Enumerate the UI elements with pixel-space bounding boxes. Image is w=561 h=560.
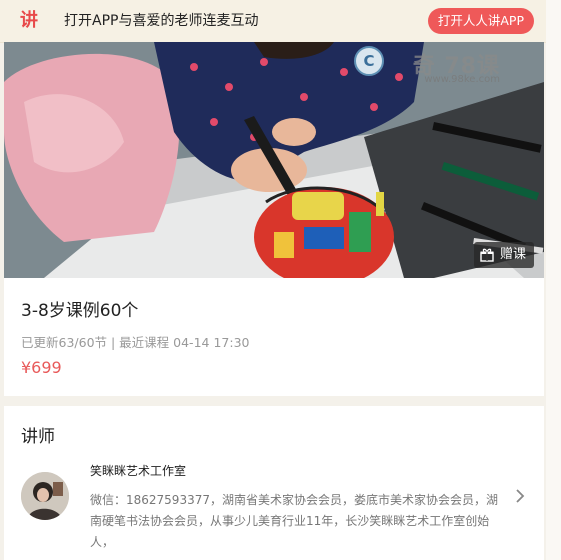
course-info-card: 3-8岁课例60个 已更新63/60节 | 最近课程 04-14 17:30 ¥… [4,278,544,396]
chevron-right-icon[interactable] [514,488,526,504]
app-logo-icon: 讲 [17,9,41,33]
gift-course-label: 赠课 [499,247,526,262]
teacher-name: 笑眯眯艺术工作室 [90,464,187,478]
gift-icon [480,248,494,262]
course-update-status: 已更新63/60节 | 最近课程 04-14 17:30 [21,335,250,350]
teacher-avatar [21,472,69,520]
course-title: 3-8岁课例60个 [21,301,139,321]
avatar-image [21,472,69,520]
course-price: ¥699 [21,358,62,377]
banner-text: 打开APP与喜爱的老师连麦互动 [64,13,259,29]
right-gutter [546,0,561,560]
watermark-url: www.98ke.com [424,74,500,85]
open-app-button[interactable]: 打开人人讲APP [427,8,534,34]
teacher-section[interactable]: 讲师 笑眯眯艺术工作室 微信：18627593377，湖南省美术家协会会员，娄底… [4,406,544,560]
teacher-description: 微信：18627593377，湖南省美术家协会会员，娄底市美术家协会会员，湖南硬… [90,493,498,549]
app-banner[interactable]: 讲 打开APP与喜爱的老师连麦互动 打开人人讲APP [0,0,546,43]
gift-course-button[interactable]: 赠课 [473,242,534,268]
course-cover-image: C 奇 78课 www.98ke.com 赠课 [4,42,544,278]
teacher-section-title: 讲师 [21,427,55,447]
watermark-logo-icon: C [354,46,384,76]
page: 讲 打开APP与喜爱的老师连麦互动 打开人人讲APP C 奇 78课 www.9… [0,0,546,560]
